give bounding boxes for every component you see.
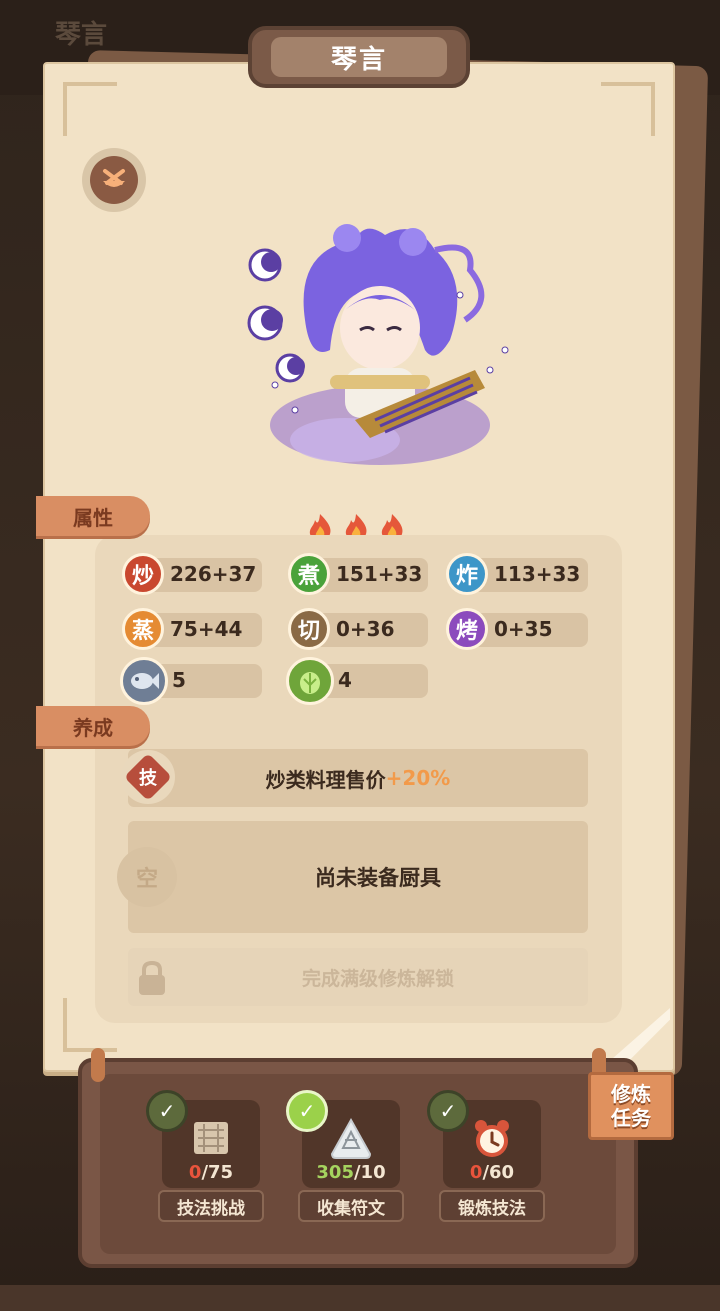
stat-cut[interactable]: 切 0+36 [288,608,448,650]
stat-value: 226+37 [170,562,257,586]
stat-value: 0+35 [494,617,553,641]
stat-fish[interactable]: 5 [120,657,280,705]
steam-icon: 蒸 [122,608,164,650]
training-section-tag: 养成 [36,706,150,746]
roast-icon: 烤 [446,608,488,650]
task-progress: 0/60 [469,1162,515,1183]
task-label: 收集符文 [298,1190,404,1222]
skill-description: 炒类料理售价 +20% [128,749,588,807]
alarm-clock-icon [475,1120,509,1157]
stat-deep-fry[interactable]: 炸 113+33 [446,553,606,595]
stat-value: 5 [172,668,186,692]
stat-value: 75+44 [170,617,243,641]
task-progress: 305/10 [316,1162,386,1183]
background-chef-name: 琴言 [55,20,108,50]
stat-boil[interactable]: 煮 151+33 [288,553,448,595]
training-tasks-button[interactable]: 修炼 任务 [588,1072,674,1140]
task-label: 锻炼技法 [439,1190,545,1222]
corner-ornament [63,82,117,136]
stat-value: 4 [338,668,352,692]
scroll-pin [91,1048,105,1082]
title-tab: 琴言 [248,26,470,88]
stat-roast[interactable]: 烤 0+35 [446,608,606,650]
rune-icon [330,1117,372,1159]
attributes-section-tag: 属性 [36,496,150,536]
fish-icon [120,657,168,705]
skill-bonus: +20% [385,766,451,790]
chef-class-icon[interactable] [82,148,146,212]
stat-value: 0+36 [336,617,395,641]
stat-vegetable[interactable]: 4 [286,657,446,705]
check-icon: ✓ [286,1090,328,1132]
corner-ornament [601,82,655,136]
scroll-icon [194,1122,228,1154]
cabbage-icon [286,657,334,705]
check-icon: ✓ [146,1090,188,1132]
chef-portrait [247,224,509,465]
skill-text: 炒类料理售价 [265,767,386,792]
deep-fry-icon: 炸 [446,553,488,595]
task-label: 技法挑战 [158,1190,264,1222]
boil-icon: 煮 [288,553,330,595]
stat-steam[interactable]: 蒸 75+44 [122,608,282,650]
equipment-text: 尚未装备厨具 [315,866,441,890]
pan-icon [90,156,138,204]
cut-icon: 切 [288,608,330,650]
task-progress: 0/75 [188,1162,234,1183]
check-icon: ✓ [427,1090,469,1132]
training-button-line2: 任务 [611,1106,651,1130]
locked-text: 完成满级修炼解锁 [301,967,454,990]
background-bottom-bar [0,1285,720,1311]
stat-value: 113+33 [494,562,581,586]
stat-stir-fry[interactable]: 炒 226+37 [122,553,282,595]
stir-fry-icon: 炒 [122,553,164,595]
training-button-line1: 修炼 [611,1082,651,1106]
stat-value: 151+33 [336,562,423,586]
chef-name-title: 琴言 [271,37,447,77]
